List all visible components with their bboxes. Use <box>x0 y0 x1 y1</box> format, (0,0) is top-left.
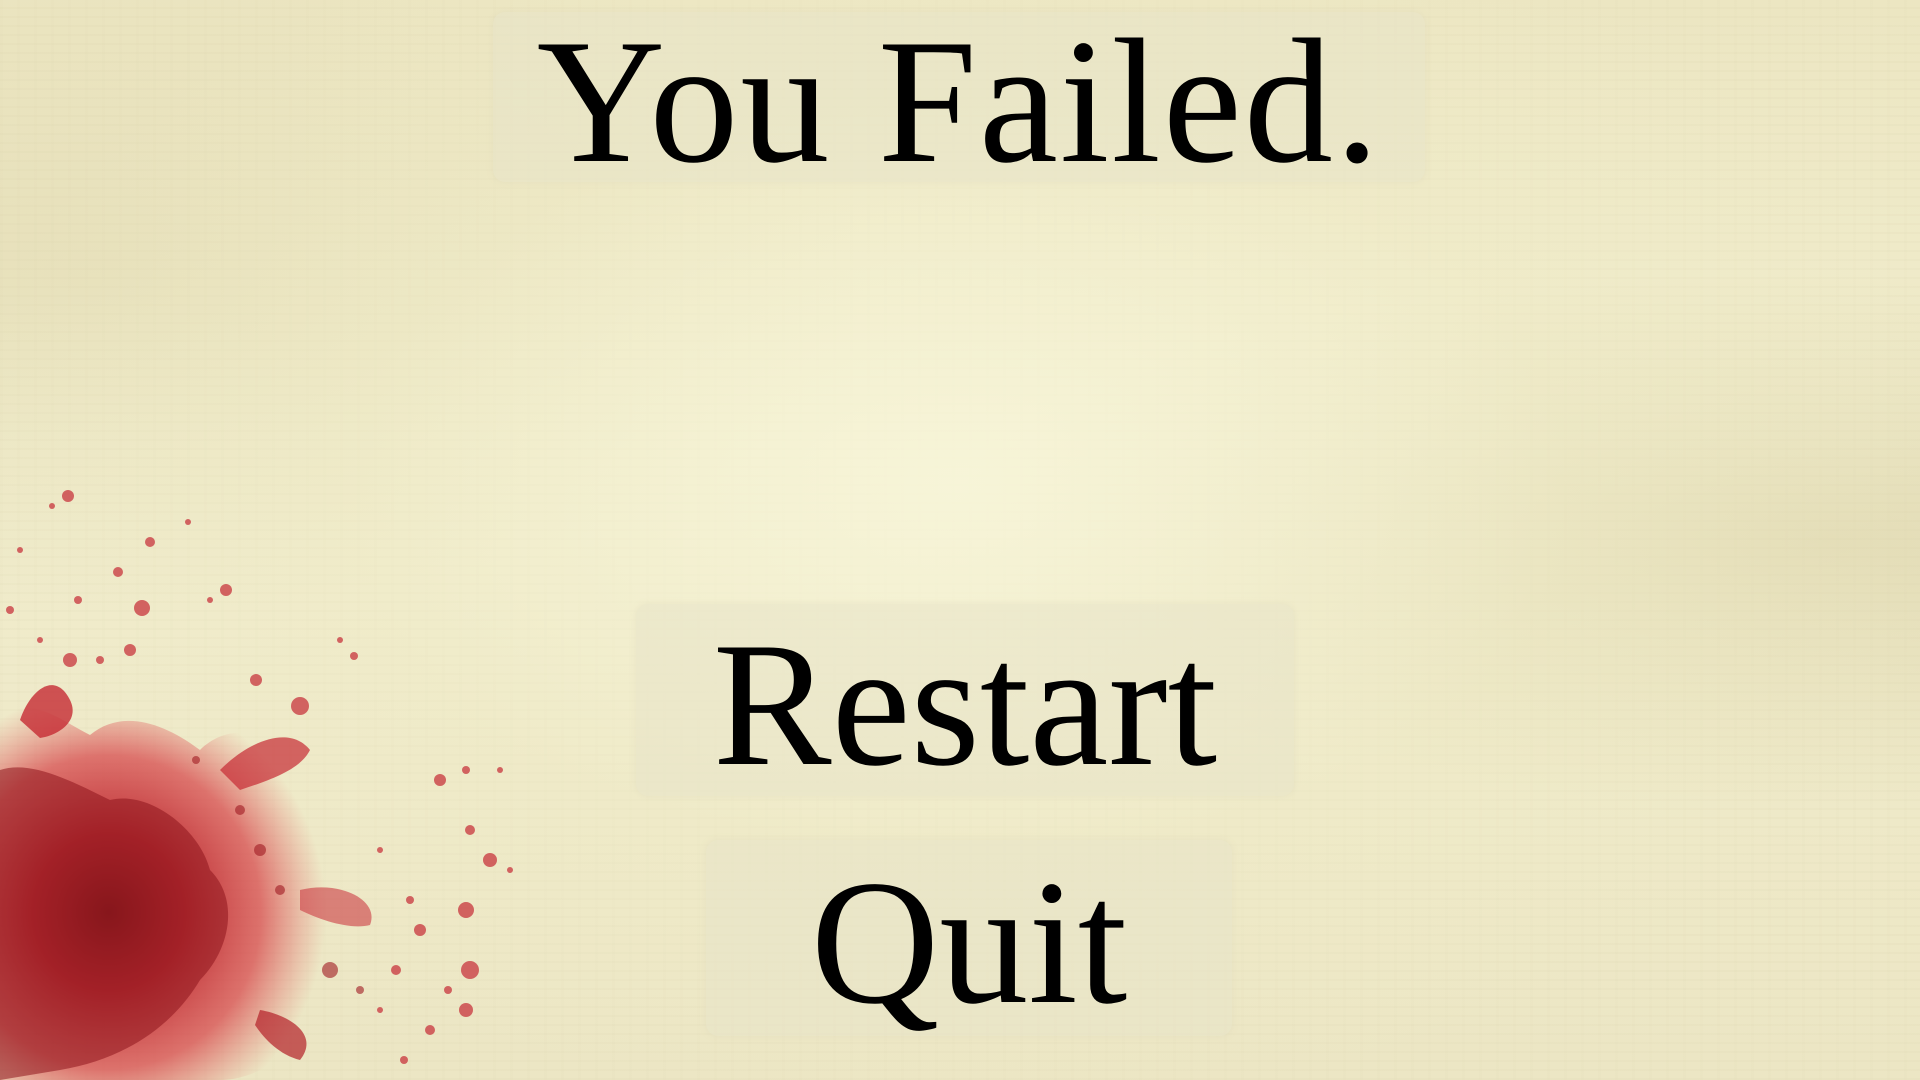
restart-button[interactable]: Restart <box>636 604 1294 796</box>
quit-label: Quit <box>810 843 1128 1041</box>
restart-label: Restart <box>712 605 1218 803</box>
game-over-title: You Failed. <box>536 2 1382 200</box>
game-over-title-panel: You Failed. <box>493 12 1425 190</box>
quit-button[interactable]: Quit <box>706 840 1232 1036</box>
blood-splatter <box>0 490 513 1080</box>
